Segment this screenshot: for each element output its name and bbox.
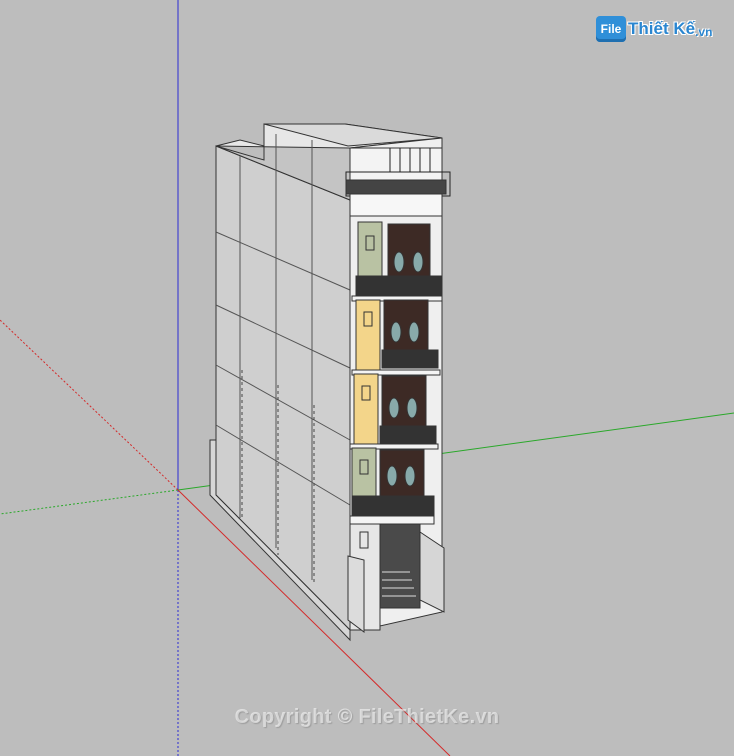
building-model[interactable] — [209, 123, 451, 642]
logo-badge: File — [596, 16, 626, 42]
panel-floor-3 — [355, 299, 381, 371]
door-floor-3 — [383, 299, 429, 359]
green-axis-dotted — [0, 489, 179, 515]
panel-floor-2 — [353, 373, 379, 445]
copyright-watermark: Copyright © FileThietKe.vn — [234, 706, 500, 728]
filethietke-logo: File Thiết Kế .vn — [596, 14, 712, 44]
balcony-floor-2 — [379, 425, 437, 445]
ground-entrance — [379, 523, 421, 609]
door-floor-2 — [381, 375, 427, 435]
ground-left-pier — [347, 555, 365, 633]
logo-suffix: .vn — [695, 24, 713, 39]
balcony-floor-4 — [355, 275, 443, 297]
sketchup-viewport[interactable] — [0, 0, 734, 756]
top-balcony-rail — [345, 179, 447, 195]
balcony-floor-3 — [381, 349, 439, 369]
logo-text: Thiết Kế — [628, 19, 696, 38]
red-axis-dotted — [0, 319, 179, 491]
side-wall — [215, 145, 351, 632]
floor-band-5 — [349, 193, 443, 217]
balcony-floor-1 — [351, 495, 435, 517]
top-floor-room — [349, 147, 443, 181]
